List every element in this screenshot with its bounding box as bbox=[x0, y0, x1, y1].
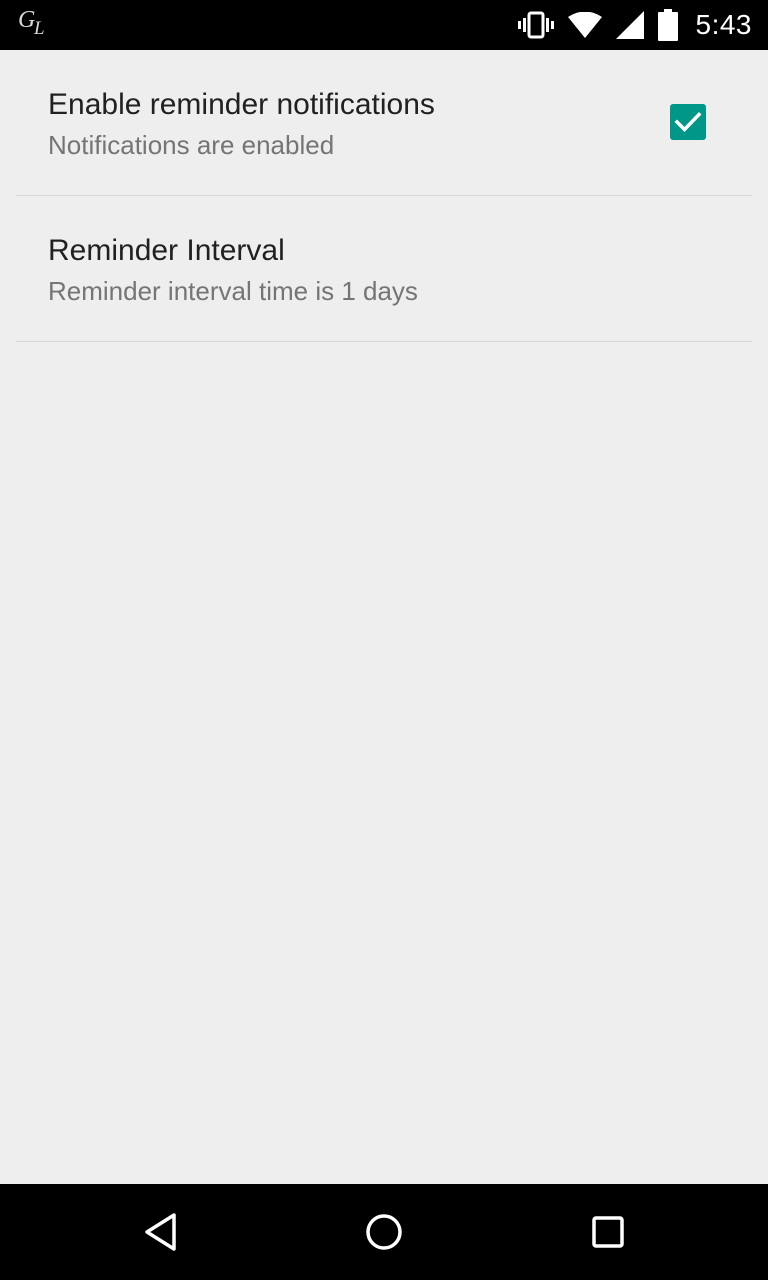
pref-title: Reminder Interval bbox=[48, 234, 285, 267]
vibrate-icon bbox=[517, 11, 554, 39]
status-bar: GL 5:43 bbox=[0, 0, 768, 50]
status-right: 5:43 bbox=[517, 0, 753, 50]
home-icon bbox=[366, 1214, 402, 1250]
status-left: GL bbox=[18, 6, 52, 44]
back-button[interactable] bbox=[136, 1208, 184, 1256]
back-icon bbox=[145, 1213, 176, 1251]
wifi-icon bbox=[567, 12, 602, 38]
navigation-bar bbox=[0, 1184, 768, 1280]
pref-enable-reminder-notifications[interactable]: Enable reminder notifications Notificati… bbox=[0, 50, 768, 196]
recents-button[interactable] bbox=[584, 1208, 632, 1256]
pref-reminder-interval[interactable]: Reminder Interval Reminder interval time… bbox=[0, 196, 768, 342]
pref-title: Enable reminder notifications bbox=[48, 88, 435, 121]
pref-summary: Reminder interval time is 1 days bbox=[48, 276, 418, 306]
divider bbox=[16, 341, 752, 342]
cell-signal-icon bbox=[615, 11, 644, 39]
gl-notification-icon: GL bbox=[18, 7, 45, 39]
home-button[interactable] bbox=[360, 1208, 408, 1256]
notifications-checkbox[interactable] bbox=[670, 104, 706, 140]
settings-screen: GL 5:43 Enable reminder notifications No… bbox=[0, 0, 768, 1280]
battery-icon bbox=[657, 9, 678, 41]
preference-list: Enable reminder notifications Notificati… bbox=[0, 50, 768, 342]
status-time: 5:43 bbox=[695, 9, 752, 40]
checkmark-icon bbox=[674, 112, 702, 132]
recents-icon bbox=[592, 1216, 624, 1248]
pref-summary: Notifications are enabled bbox=[48, 130, 335, 160]
